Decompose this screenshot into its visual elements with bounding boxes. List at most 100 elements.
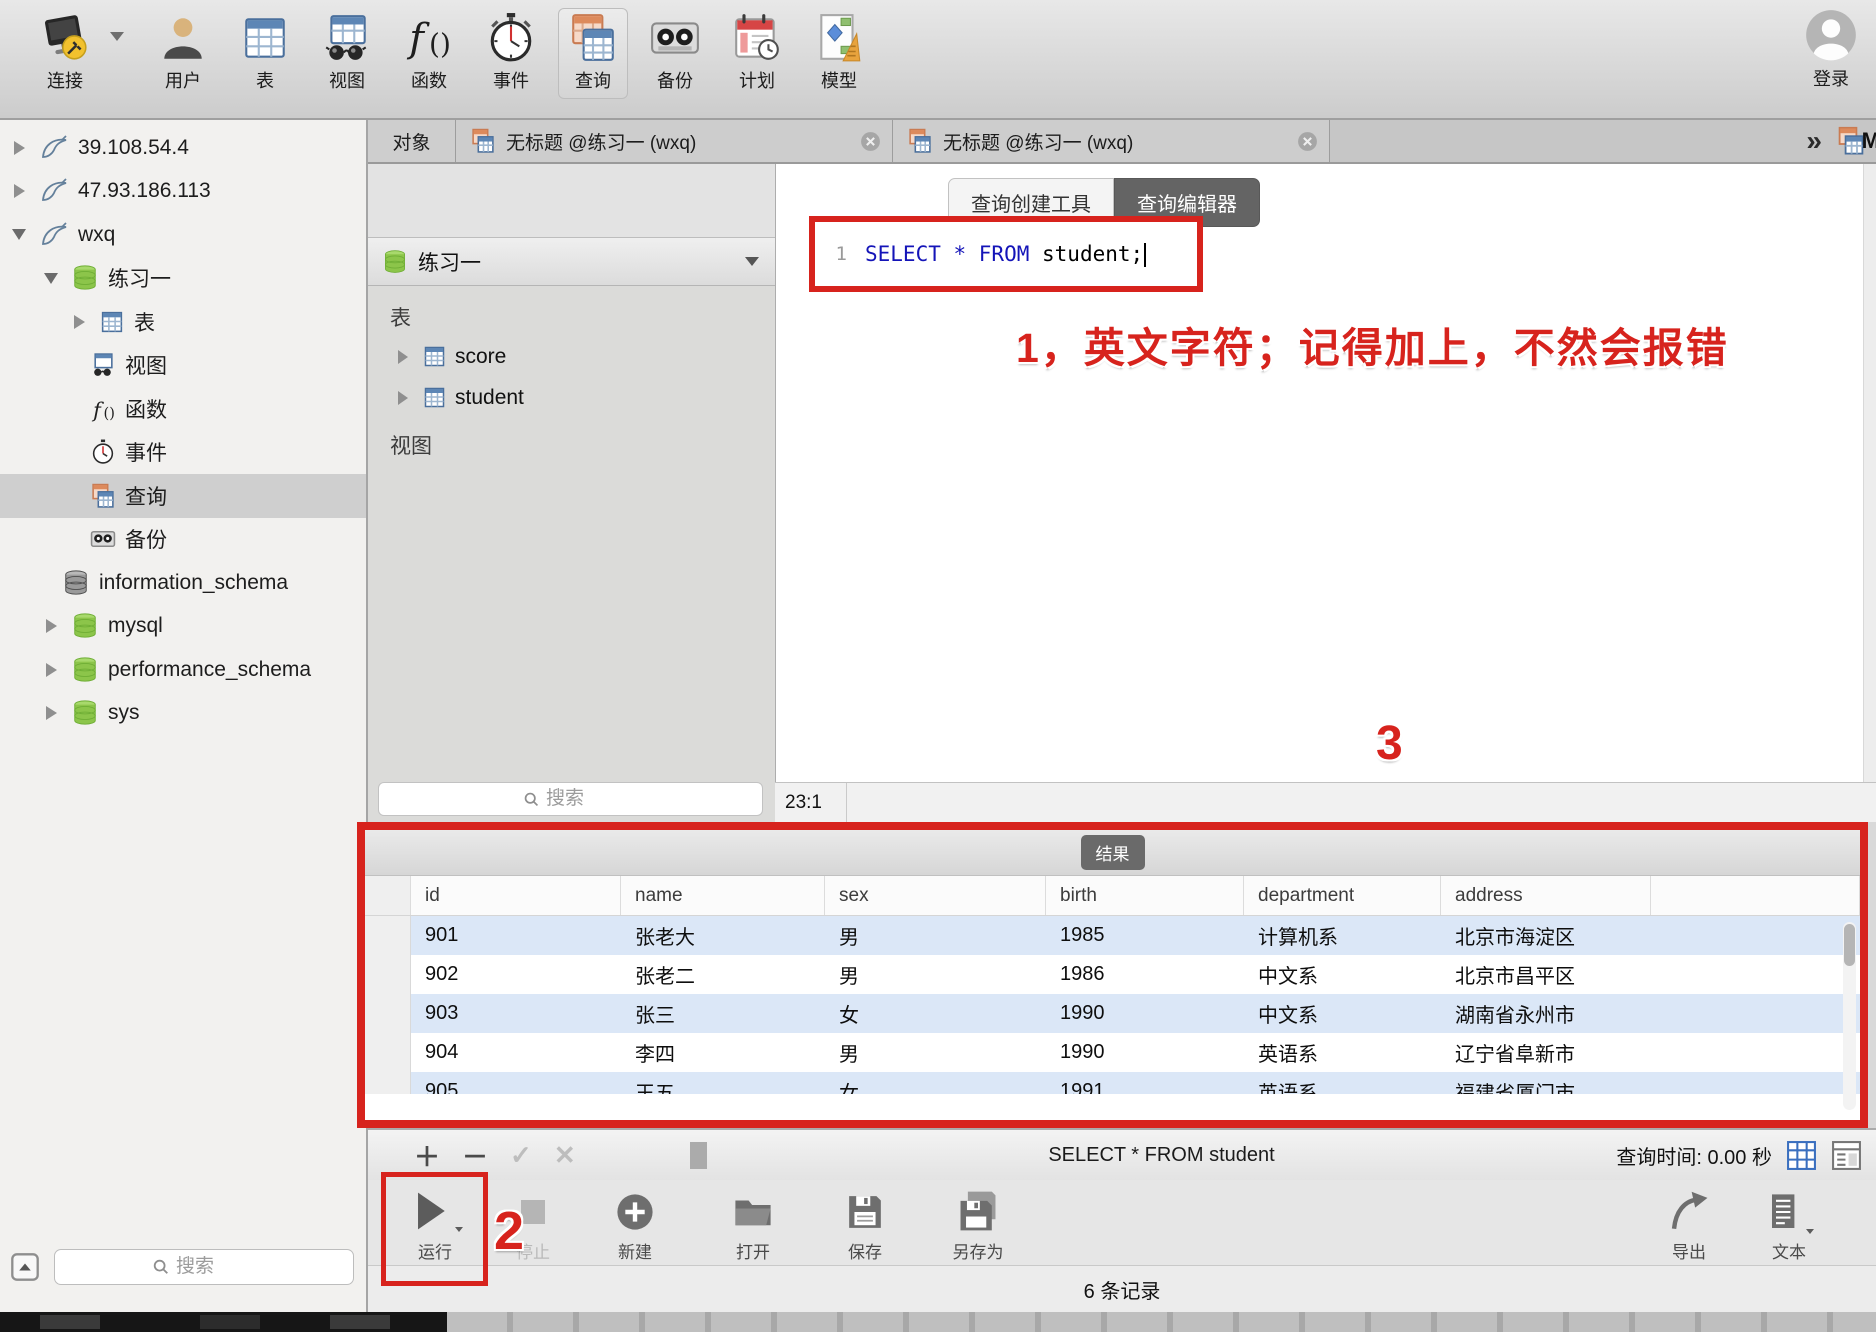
sidebar-item-functions[interactable]: f() 函数 [0,387,366,431]
apply-changes-icon[interactable]: ✓ [510,1140,532,1171]
tab-overflow-chevron[interactable]: » [1806,127,1822,155]
sql-statement[interactable]: SELECT * FROM student; [865,242,1147,267]
schema-search[interactable] [378,782,763,816]
tab-bar: 对象 无标题 @练习一 (wxq) 无标题 @练习一 (wxq) » [368,120,1876,164]
function-icon: f() [90,396,116,422]
sidebar-item-tables[interactable]: 表 [0,300,366,344]
results-band: 结果 [365,830,1860,876]
table-icon [422,385,447,410]
sidebar-item-connection-1[interactable]: 39.108.54.4 [0,126,366,170]
close-icon[interactable] [859,130,882,153]
table-row[interactable]: 902 张老二 男 1986 中文系 北京市昌平区 [365,955,1860,994]
table-row[interactable]: 901 张老大 男 1985 计算机系 北京市海淀区 [365,916,1860,955]
login-button[interactable]: 登录 [1804,8,1858,91]
sidebar-item-mysql[interactable]: mysql [0,605,366,649]
row-selector[interactable] [365,955,411,994]
sidebar-item-database[interactable]: 练习一 [0,257,366,301]
export-button[interactable]: 导出 [1654,1184,1724,1263]
row-selector[interactable] [365,916,411,955]
sidebar-item-performance-schema[interactable]: performance_schema [0,648,366,692]
row-selector[interactable] [365,1072,411,1094]
backup-icon [649,12,701,64]
collapse-arrow-icon[interactable] [40,272,62,284]
expand-arrow-icon[interactable] [68,314,90,329]
view-icon [321,12,373,64]
table-item-student[interactable]: student [368,377,775,418]
sidebar-item-connection-wxq[interactable]: wxq [0,213,366,257]
table-item-score[interactable]: score [368,336,775,377]
database-green-icon [71,656,99,684]
add-record-icon[interactable]: ＋ [414,1137,440,1174]
save-button[interactable]: 保存 [820,1184,910,1263]
sidebar-item-queries[interactable]: 查询 [0,474,366,518]
toolbar-item-schedule[interactable]: 计划 [722,8,792,99]
editor-scrollbar[interactable] [1863,164,1876,782]
panel-toggle-button[interactable] [8,1252,42,1282]
toolbar-item-user[interactable]: 用户 [148,8,218,99]
expand-arrow-icon[interactable] [392,390,414,405]
row-selector[interactable] [365,994,411,1033]
sidebar-search-input[interactable] [176,1256,256,1278]
run-button[interactable]: 运行 [390,1184,480,1263]
mysql-dolphin-icon [39,133,69,163]
schema-object-list: 表 score student 视图 [368,286,775,464]
row-selector[interactable] [365,1033,411,1072]
column-header-address[interactable]: address [1441,876,1651,915]
expand-arrow-icon[interactable] [40,619,62,634]
column-header-department[interactable]: department [1244,876,1441,915]
open-button[interactable]: 打开 [708,1184,798,1263]
results-badge[interactable]: 结果 [1080,835,1145,870]
sidebar-search[interactable] [54,1249,354,1285]
collapse-arrow-icon[interactable] [8,229,30,241]
delete-record-icon[interactable]: － [462,1137,488,1174]
tab-query-1[interactable]: 无标题 @练习一 (wxq) [456,120,893,162]
column-header-name[interactable]: name [621,876,825,915]
toolbar-item-model[interactable]: 模型 [804,8,874,99]
form-view-icon[interactable] [1831,1140,1862,1171]
column-header-sex[interactable]: sex [825,876,1046,915]
sidebar-item-connection-2[interactable]: 47.93.186.113 [0,170,366,214]
sidebar-item-events[interactable]: 事件 [0,431,366,475]
table-row[interactable]: 903 张三 女 1990 中文系 湖南省永州市 [365,994,1860,1033]
column-header-birth[interactable]: birth [1046,876,1244,915]
results-scrollbar[interactable] [1843,922,1856,1110]
schema-search-input[interactable] [546,788,618,810]
discard-changes-icon[interactable]: ✕ [554,1140,576,1171]
close-icon[interactable] [1296,130,1319,153]
search-icon [523,791,540,808]
chevron-down-icon[interactable] [110,32,124,41]
tab-query-2[interactable]: 无标题 @练习一 (wxq) [893,120,1330,162]
toolbar-item-event[interactable]: 事件 [476,8,546,99]
sidebar-item-views[interactable]: 视图 [0,344,366,388]
table-icon [239,12,291,64]
sidebar-item-information-schema[interactable]: information_schema [0,561,366,605]
expand-arrow-icon[interactable] [40,706,62,721]
toolbar-item-backup[interactable]: 备份 [640,8,710,99]
database-selector[interactable]: 练习一 [368,238,775,286]
tab-objects[interactable]: 对象 [368,120,456,162]
expand-arrow-icon[interactable] [8,184,30,199]
column-header-id[interactable]: id [411,876,621,915]
grid-view-icon[interactable] [1786,1140,1817,1171]
toolbar-item-view[interactable]: 视图 [312,8,382,99]
save-as-button[interactable]: 另存为 [928,1184,1028,1263]
user-icon [157,12,209,64]
expand-arrow-icon[interactable] [40,662,62,677]
tables-section-label: 表 [390,307,411,330]
svg-text:f: f [91,398,104,422]
expand-arrow-icon[interactable] [392,349,414,364]
sidebar-item-sys[interactable]: sys [0,692,366,736]
query-time-text: 查询时间: 0.00 秒 [1616,1146,1772,1169]
new-button[interactable]: 新建 [590,1184,680,1263]
sql-editor[interactable]: 查询创建工具 查询编辑器 1 SELECT * FROM student; 1，… [775,164,1876,782]
expand-arrow-icon[interactable] [8,140,30,155]
table-row[interactable]: 904 李四 男 1990 英语系 辽宁省阜新市 [365,1033,1860,1072]
toolbar-item-query[interactable]: 查询 [558,8,628,99]
table-row[interactable]: 905 王五 女 1991 英语系 福建省厦门市 [365,1072,1860,1094]
toolbar-item-function[interactable]: f() 函数 [394,8,464,99]
sidebar-item-backups[interactable]: 备份 [0,518,366,562]
text-mode-button[interactable]: 文本 [1754,1184,1824,1263]
event-icon [485,12,537,64]
toolbar-item-table[interactable]: 表 [230,8,300,99]
toolbar-item-connection[interactable]: 连接 [30,8,124,99]
